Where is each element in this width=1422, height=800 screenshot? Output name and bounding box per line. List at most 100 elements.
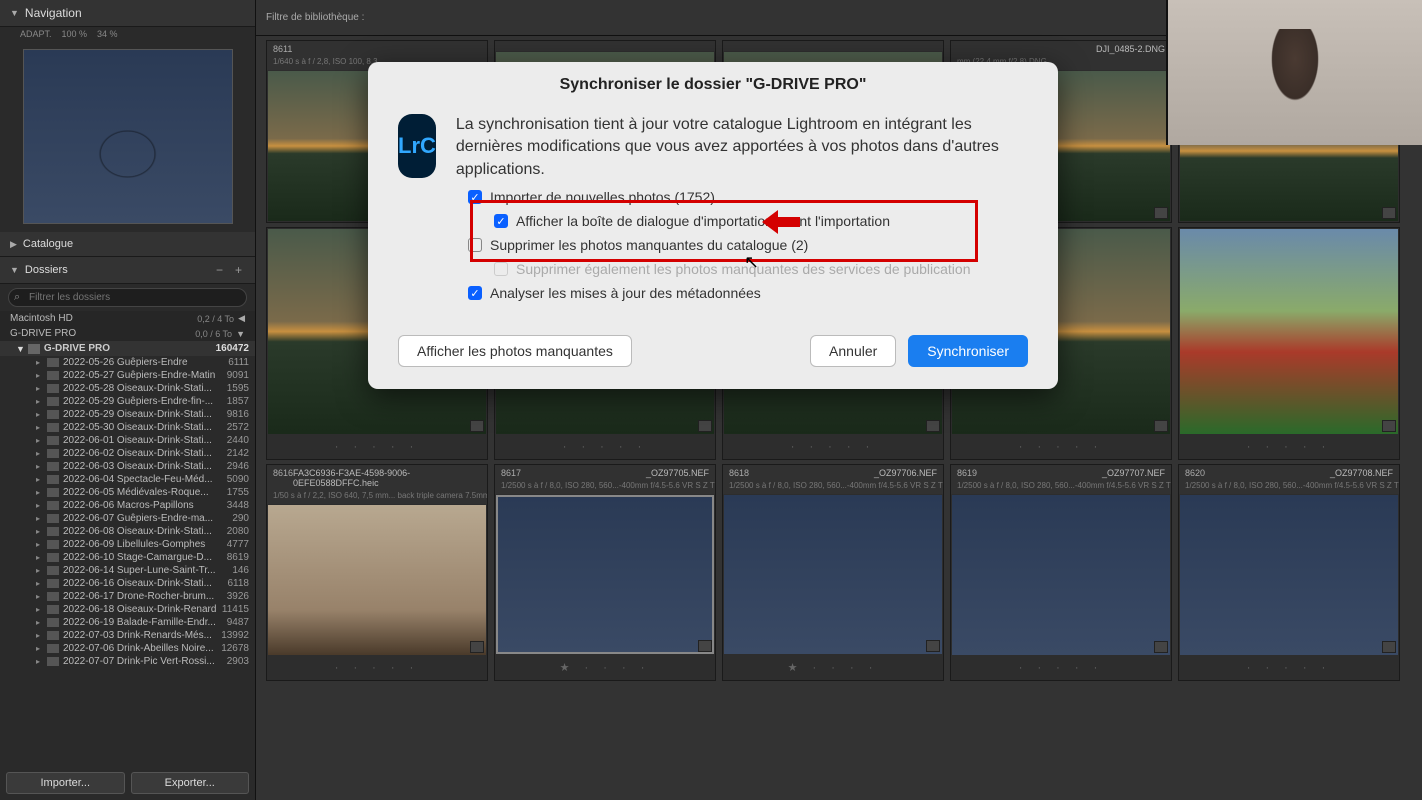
rating-stars[interactable]: ★ · · · · [723, 655, 943, 680]
rating-stars[interactable]: · · · · · [951, 435, 1171, 459]
zoom-pct[interactable]: 34 % [97, 29, 118, 39]
folder-item[interactable]: ▸2022-05-28 Oiseaux-Drink-Stati...1595 [0, 382, 255, 395]
folder-item[interactable]: ▸2022-06-09 Libellules-Gomphes4777 [0, 538, 255, 551]
folder-item[interactable]: ▸2022-06-04 Spectacle-Feu-Méd...5090 [0, 473, 255, 486]
drive-macintosh[interactable]: Macintosh HD 0,2 / 4 To ◀ [0, 311, 255, 326]
minus-icon[interactable]: − [213, 263, 226, 277]
rating-stars[interactable]: ★ · · · · [495, 655, 715, 680]
lightroom-icon: LrC [398, 114, 436, 178]
folder-root[interactable]: ▼ G-DRIVE PRO 160472 [0, 341, 255, 356]
webcam-overlay [1166, 0, 1422, 145]
folder-item[interactable]: ▸2022-05-29 Guêpiers-Endre-fin-...1857 [0, 395, 255, 408]
checkbox-disabled-icon [494, 262, 508, 276]
flag-icon[interactable] [470, 420, 484, 432]
thumbnail-cell[interactable]: 8617_OZ97705.NEF1/2500 s à f / 8,0, ISO … [494, 464, 716, 681]
rating-stars[interactable]: · · · · · [267, 435, 487, 459]
folder-item[interactable]: ▸2022-07-07 Drink-Pic Vert-Rossi...2903 [0, 655, 255, 668]
show-missing-button[interactable]: Afficher les photos manquantes [398, 335, 632, 367]
checkbox-unchecked-icon[interactable] [468, 238, 482, 252]
thumbnail-cell[interactable]: 8619_OZ97707.NEF1/2500 s à f / 8,0, ISO … [950, 464, 1172, 681]
flag-icon[interactable] [926, 640, 940, 652]
folder-item[interactable]: ▸2022-05-30 Oiseaux-Drink-Stati...2572 [0, 421, 255, 434]
folder-icon [28, 344, 40, 354]
catalogue-label: Catalogue [23, 238, 73, 250]
option-show-import-dialog[interactable]: ✓ Afficher la boîte de dialogue d'import… [468, 209, 1028, 233]
plus-icon[interactable]: + [232, 263, 245, 277]
folder-item[interactable]: ▸2022-06-05 Médiévales-Roque...1755 [0, 486, 255, 499]
grid-row: 8616FA3C6936-F3AE-4598-9006-0EFE0588DFFC… [260, 464, 1422, 685]
chevron-right-icon: ▸ [36, 644, 44, 653]
cancel-button[interactable]: Annuler [810, 335, 896, 367]
fit-mode[interactable]: ADAPT. [20, 29, 52, 39]
rating-stars[interactable]: · · · · · [1179, 435, 1399, 459]
folder-tree: ▼ G-DRIVE PRO 160472 ▸2022-05-26 Guêpier… [0, 341, 255, 766]
thumbnail-cell[interactable]: 8618_OZ97706.NEF1/2500 s à f / 8,0, ISO … [722, 464, 944, 681]
folder-icon [47, 566, 59, 575]
thumbnail-cell[interactable]: · · · · · [1178, 227, 1400, 460]
folder-item[interactable]: ▸2022-06-14 Super-Lune-Saint-Tr...146 [0, 564, 255, 577]
catalogue-panel-header[interactable]: ▶ Catalogue [0, 232, 255, 257]
rating-stars[interactable]: · · · · · [723, 435, 943, 459]
navigation-stats: ADAPT. 100 % 34 % [0, 27, 255, 41]
folder-item[interactable]: ▸2022-05-27 Guêpiers-Endre-Matin9091 [0, 369, 255, 382]
flag-icon[interactable] [698, 640, 712, 652]
folder-icon [47, 449, 59, 458]
checkbox-checked-icon[interactable]: ✓ [468, 190, 482, 204]
folder-item[interactable]: ▸2022-06-19 Balade-Famille-Endr...9487 [0, 616, 255, 629]
rating-stars[interactable]: · · · · · [495, 435, 715, 459]
folder-item[interactable]: ▸2022-07-06 Drink-Abeilles Noire...12678 [0, 642, 255, 655]
folder-item[interactable]: ▸2022-06-02 Oiseaux-Drink-Stati...2142 [0, 447, 255, 460]
folder-item[interactable]: ▸2022-06-06 Macros-Papillons3448 [0, 499, 255, 512]
preview-thumbnail[interactable] [23, 49, 233, 224]
zoom-100[interactable]: 100 % [62, 29, 88, 39]
option-scan-metadata[interactable]: ✓ Analyser les mises à jour des métadonn… [468, 281, 1028, 305]
dialog-description: La synchronisation tient à jour votre ca… [456, 114, 1028, 181]
rating-stars[interactable]: · · · · · [1179, 656, 1399, 680]
thumbnail-image [724, 495, 942, 654]
flag-icon[interactable] [1154, 420, 1168, 432]
navigation-panel-header[interactable]: ▼ Navigation [0, 0, 255, 27]
folder-item[interactable]: ▸2022-06-07 Guêpiers-Endre-ma...290 [0, 512, 255, 525]
thumbnail-cell[interactable]: 8620_OZ97708.NEF1/2500 s à f / 8,0, ISO … [1178, 464, 1400, 681]
flag-icon[interactable] [1154, 207, 1168, 219]
drive-gdrive[interactable]: G-DRIVE PRO 0,0 / 6 To ▼ [0, 326, 255, 341]
chevron-right-icon: ▸ [36, 605, 44, 614]
option-remove-missing[interactable]: Supprimer les photos manquantes du catal… [468, 233, 1028, 257]
checkbox-checked-icon[interactable]: ✓ [494, 214, 508, 228]
folder-item[interactable]: ▸2022-06-16 Oiseaux-Drink-Stati...6118 [0, 577, 255, 590]
flag-icon[interactable] [470, 641, 484, 653]
folder-item[interactable]: ▸2022-06-18 Oiseaux-Drink-Renard11415 [0, 603, 255, 616]
import-button[interactable]: Importer... [6, 772, 125, 794]
option-import-new[interactable]: ✓ Importer de nouvelles photos (1752) [468, 185, 1028, 209]
navigator-preview [0, 41, 255, 232]
folder-item[interactable]: ▸2022-06-08 Oiseaux-Drink-Stati...2080 [0, 525, 255, 538]
chevron-right-icon: ▸ [36, 488, 44, 497]
flag-icon[interactable] [1382, 420, 1396, 432]
dossiers-panel-header[interactable]: ▼ Dossiers − + [0, 257, 255, 284]
flag-icon[interactable] [698, 420, 712, 432]
folder-item[interactable]: ▸2022-06-03 Oiseaux-Drink-Stati...2946 [0, 460, 255, 473]
checkbox-checked-icon[interactable]: ✓ [468, 286, 482, 300]
flag-icon[interactable] [1382, 207, 1396, 219]
folder-search-input[interactable] [8, 288, 247, 307]
export-button[interactable]: Exporter... [131, 772, 250, 794]
folder-item[interactable]: ▸2022-05-26 Guêpiers-Endre6111 [0, 356, 255, 369]
folder-item[interactable]: ▸2022-06-01 Oiseaux-Drink-Stati...2440 [0, 434, 255, 447]
sync-button[interactable]: Synchroniser [908, 335, 1028, 367]
rating-stars[interactable]: · · · · · [267, 656, 487, 680]
chevron-right-icon: ▸ [36, 384, 44, 393]
thumbnail-cell[interactable]: 8616FA3C6936-F3AE-4598-9006-0EFE0588DFFC… [266, 464, 488, 681]
flag-icon[interactable] [1154, 641, 1168, 653]
folder-item[interactable]: ▸2022-06-17 Drone-Rocher-brum...3926 [0, 590, 255, 603]
flag-icon[interactable] [1382, 641, 1396, 653]
folder-item[interactable]: ▸2022-06-10 Stage-Camargue-D...8619 [0, 551, 255, 564]
rating-stars[interactable]: · · · · · [951, 656, 1171, 680]
folder-item[interactable]: ▸2022-05-29 Oiseaux-Drink-Stati...9816 [0, 408, 255, 421]
folder-icon [47, 514, 59, 523]
dialog-options: ✓ Importer de nouvelles photos (1752) ✓ … [368, 181, 1058, 315]
flag-icon[interactable] [926, 420, 940, 432]
chevron-right-icon: ▸ [36, 501, 44, 510]
thumbnail-image [1180, 495, 1398, 655]
folder-icon [47, 618, 59, 627]
folder-item[interactable]: ▸2022-07-03 Drink-Renards-Més...13992 [0, 629, 255, 642]
